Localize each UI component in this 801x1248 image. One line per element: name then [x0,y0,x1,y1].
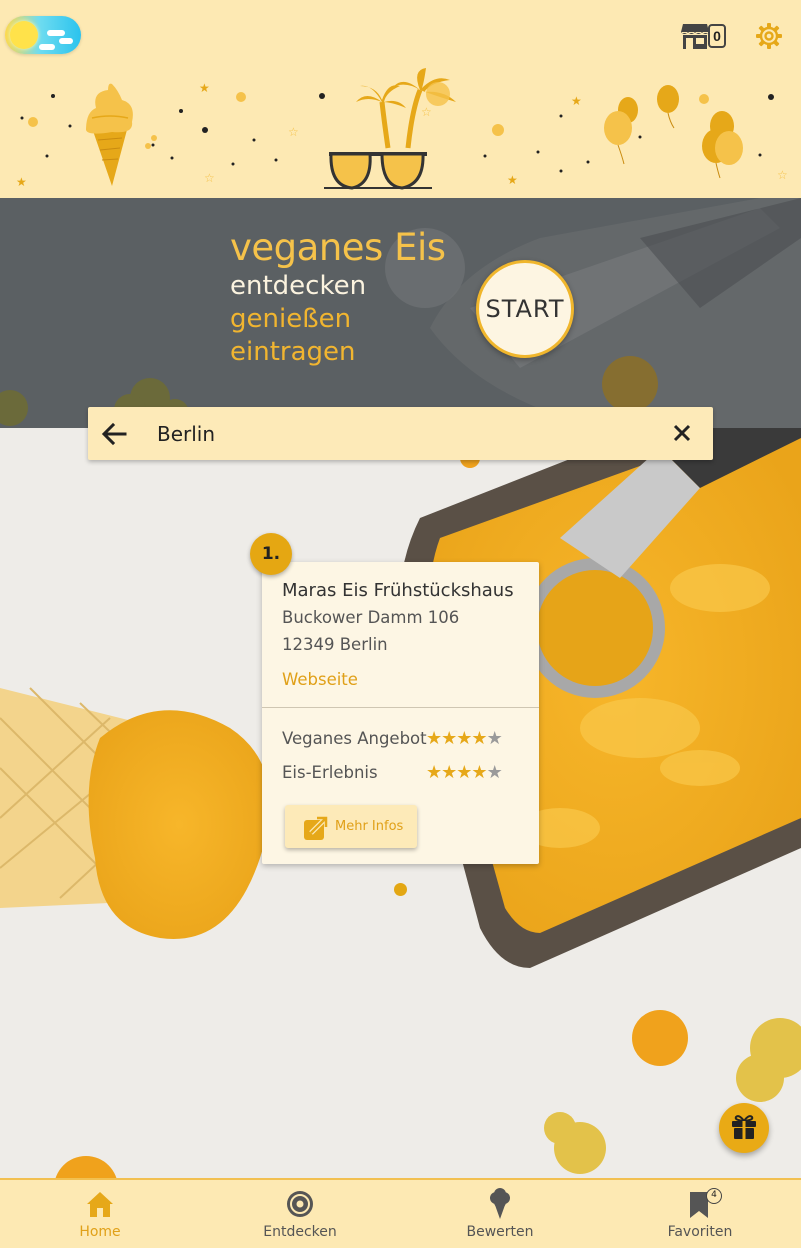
shop-city: 12349 Berlin [282,635,388,654]
nav-discover[interactable]: Entdecken [200,1180,400,1248]
gift-icon [732,1115,756,1139]
nav-rate-label: Bewerten [466,1224,534,1240]
hero-line-add: eintragen [230,337,356,367]
hero-line-discover: entdecken [230,271,367,301]
star-icon: ★ [441,762,457,783]
star-icon: ★ [486,762,503,783]
sun-icon [10,21,38,49]
shop-result-card[interactable]: Maras Eis Frühstückshaus Buckower Damm 1… [262,562,539,864]
nav-favorites[interactable]: 4 Favoriten [600,1180,800,1248]
settings-button[interactable] [754,21,784,51]
star-icon: ★ [471,762,487,783]
rating-label-experience: Eis-Erlebnis [282,763,378,782]
rating-stars-vegan-offer: ★★★★★ [426,728,503,749]
bottom-navigation: Home Entdecken Bewerten 4 Favoriten [0,1178,801,1248]
svg-text:☆: ☆ [288,125,299,139]
shop-name: Maras Eis Frühstückshaus [282,580,514,601]
gear-icon [756,23,782,49]
svg-text:★: ★ [571,94,582,108]
star-icon: ★ [486,728,503,749]
arrow-left-icon[interactable] [100,420,128,448]
more-info-label: Mehr Infos [335,819,404,834]
nav-home[interactable]: Home [0,1180,200,1248]
theme-toggle[interactable] [5,16,81,54]
nav-discover-label: Entdecken [263,1224,337,1240]
rating-stars-experience: ★★★★★ [426,762,503,783]
star-icon: ★ [456,762,472,783]
nav-rate[interactable]: Bewerten [400,1180,600,1248]
svg-text:☆: ☆ [204,171,215,185]
website-link[interactable]: Webseite [282,670,358,689]
star-icon: ★ [471,728,487,749]
rank-badge: 1. [250,533,292,575]
search-bar [88,407,713,460]
shop-street: Buckower Damm 106 [282,608,460,627]
svg-text:★: ★ [16,175,27,189]
ice-cream-illustration [86,83,133,186]
cloud-icon [59,38,73,44]
svg-text:★: ★ [199,81,210,95]
rating-label-vegan-offer: Veganes Angebot [282,729,427,748]
start-button[interactable]: START [476,260,574,358]
nav-favorites-label: Favoriten [667,1224,733,1240]
palm-sunglasses-illustration [324,68,456,190]
home-icon [87,1192,113,1217]
header-illustration: ★ ★ ★ ★ ☆ ☆ ☆ ☆ [16,68,788,190]
cloud-icon [47,30,65,36]
hero-banner: veganes Eis entdecken genießen eintragen… [0,198,801,428]
shop-button[interactable]: 0 [680,20,728,52]
external-link-icon [304,816,328,840]
card-divider [262,707,539,708]
more-info-button[interactable]: Mehr Infos [285,805,417,848]
shop-count: 0 [708,24,726,48]
search-input[interactable] [157,407,627,460]
balloons-illustration [604,85,743,179]
compass-icon [287,1191,313,1217]
star-icon: ★ [426,728,442,749]
star-icon: ★ [456,728,472,749]
hero-line-enjoy: genießen [230,304,352,334]
nav-home-label: Home [79,1224,121,1240]
ice-cream-icon [490,1188,510,1219]
svg-text:☆: ☆ [421,105,432,119]
carousel-dot[interactable] [394,883,407,896]
cloud-icon [39,44,55,50]
gift-button[interactable] [719,1103,769,1153]
hero-title: veganes Eis [230,226,446,269]
favorites-count-badge: 4 [706,1188,722,1204]
star-icon: ★ [426,762,442,783]
star-icon: ★ [441,728,457,749]
svg-text:★: ★ [507,173,518,187]
shop-icon [681,24,709,49]
close-icon[interactable] [670,421,694,445]
svg-text:☆: ☆ [777,168,788,182]
app-header: 0 ★ ★ ★ ★ ☆ ☆ ☆ ☆ [0,0,801,198]
